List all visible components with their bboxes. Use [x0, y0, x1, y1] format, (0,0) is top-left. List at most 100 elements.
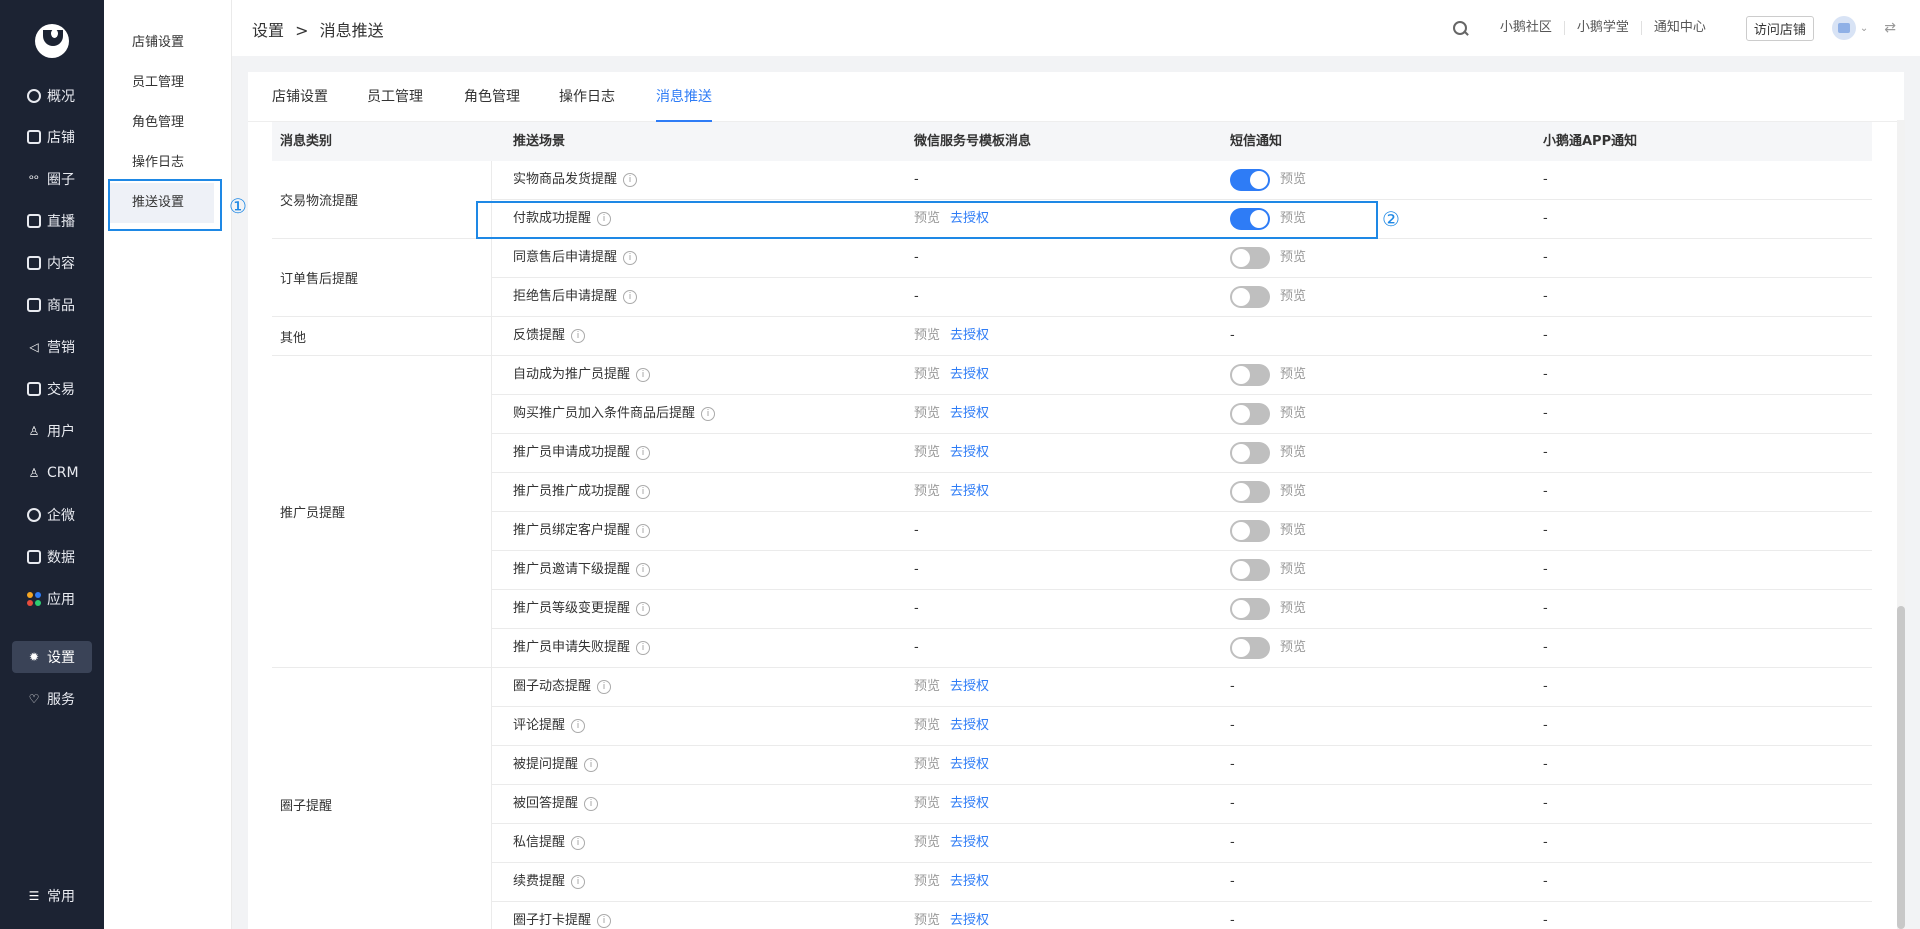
authorize-link[interactable]: 去授权: [950, 395, 989, 433]
submenu-item-0[interactable]: 店铺设置: [110, 23, 214, 63]
common-menu-item[interactable]: ☰ 常用: [12, 880, 92, 912]
community-link[interactable]: 小鹅社区: [1488, 21, 1564, 35]
wechat-preview-link[interactable]: 预览: [914, 395, 940, 433]
wechat-preview-link[interactable]: 预览: [914, 434, 940, 472]
info-icon[interactable]: i: [571, 719, 586, 733]
sms-toggle[interactable]: [1230, 520, 1270, 542]
tab-3[interactable]: 操作日志: [559, 72, 615, 122]
info-icon[interactable]: i: [636, 485, 651, 499]
tab-1[interactable]: 员工管理: [367, 72, 423, 122]
sidebar-item-wecom[interactable]: 企微: [12, 499, 92, 531]
wechat-preview-link[interactable]: 预览: [914, 746, 940, 784]
sms-preview-link[interactable]: 预览: [1280, 512, 1306, 550]
sms-preview-link[interactable]: 预览: [1280, 434, 1306, 472]
sidebar-item-live[interactable]: 直播: [12, 205, 92, 237]
info-icon[interactable]: i: [636, 368, 651, 382]
app-logo[interactable]: [35, 24, 69, 58]
authorize-link[interactable]: 去授权: [950, 707, 989, 745]
sms-preview-link[interactable]: 预览: [1280, 629, 1306, 667]
wechat-preview-link[interactable]: 预览: [914, 902, 940, 929]
sidebar-item-crm[interactable]: ♙ CRM: [12, 457, 92, 489]
sidebar-item-overview[interactable]: 概况: [12, 80, 92, 112]
info-icon[interactable]: i: [597, 914, 612, 928]
info-icon[interactable]: i: [571, 875, 586, 889]
info-icon[interactable]: i: [636, 602, 651, 616]
switch-icon[interactable]: ⇄: [1884, 20, 1896, 36]
sms-preview-link[interactable]: 预览: [1280, 551, 1306, 589]
info-icon[interactable]: i: [636, 524, 651, 538]
tab-0[interactable]: 店铺设置: [272, 72, 328, 122]
sms-preview-link[interactable]: 预览: [1280, 239, 1306, 277]
authorize-link[interactable]: 去授权: [950, 473, 989, 511]
authorize-link[interactable]: 去授权: [950, 668, 989, 706]
info-icon[interactable]: i: [623, 290, 638, 304]
breadcrumb-parent[interactable]: 设置: [252, 21, 284, 40]
info-icon[interactable]: i: [636, 563, 651, 577]
sms-preview-link[interactable]: 预览: [1280, 395, 1306, 433]
sidebar-item-store[interactable]: 店铺: [12, 121, 92, 153]
sidebar-item-content[interactable]: 内容: [12, 247, 92, 279]
info-icon[interactable]: i: [584, 758, 599, 772]
info-icon[interactable]: i: [636, 446, 651, 460]
tab-2[interactable]: 角色管理: [464, 72, 520, 122]
submenu-item-2[interactable]: 角色管理: [110, 103, 214, 143]
sms-toggle[interactable]: [1230, 481, 1270, 503]
submenu-item-1[interactable]: 员工管理: [110, 63, 214, 103]
wechat-preview-link[interactable]: 预览: [914, 473, 940, 511]
sidebar-item-marketing[interactable]: ◁ 营销: [12, 331, 92, 363]
authorize-link[interactable]: 去授权: [950, 863, 989, 901]
authorize-link[interactable]: 去授权: [950, 824, 989, 862]
sidebar-item-goods[interactable]: 商品: [12, 289, 92, 321]
sidebar-item-trade[interactable]: 交易: [12, 373, 92, 405]
authorize-link[interactable]: 去授权: [950, 434, 989, 472]
authorize-link[interactable]: 去授权: [950, 785, 989, 823]
submenu-item-3[interactable]: 操作日志: [110, 143, 214, 183]
sms-preview-link[interactable]: 预览: [1280, 473, 1306, 511]
info-icon[interactable]: i: [571, 329, 586, 343]
scrollbar-thumb[interactable]: [1897, 606, 1905, 929]
wechat-preview-link[interactable]: 预览: [914, 863, 940, 901]
sidebar-item-circle[interactable]: ᵒᵒ 圈子: [12, 163, 92, 195]
visit-store-button[interactable]: 访问店铺: [1745, 15, 1814, 41]
sms-preview-link[interactable]: 预览: [1280, 278, 1306, 316]
info-icon[interactable]: i: [571, 836, 586, 850]
info-icon[interactable]: i: [584, 797, 599, 811]
sms-toggle[interactable]: [1230, 559, 1270, 581]
wechat-preview-link[interactable]: 预览: [914, 707, 940, 745]
wechat-preview-link[interactable]: 预览: [914, 356, 940, 394]
sidebar-item-user[interactable]: ♙ 用户: [12, 415, 92, 447]
info-icon[interactable]: i: [597, 680, 612, 694]
sms-toggle[interactable]: [1230, 442, 1270, 464]
sms-preview-link[interactable]: 预览: [1280, 590, 1306, 628]
sms-toggle[interactable]: [1230, 169, 1270, 191]
authorize-link[interactable]: 去授权: [950, 356, 989, 394]
search-icon[interactable]: [1452, 20, 1468, 36]
wechat-preview-link[interactable]: 预览: [914, 317, 940, 355]
info-icon[interactable]: i: [623, 173, 638, 187]
wechat-preview-link[interactable]: 预览: [914, 785, 940, 823]
authorize-link[interactable]: 去授权: [950, 746, 989, 784]
sidebar-item-service[interactable]: ♡ 服务: [12, 683, 92, 715]
sms-toggle[interactable]: [1230, 286, 1270, 308]
notification-center-link[interactable]: 通知中心: [1640, 21, 1718, 35]
sms-preview-link[interactable]: 预览: [1280, 356, 1306, 394]
sidebar-item-apps[interactable]: 应用: [12, 583, 92, 615]
avatar[interactable]: [1831, 16, 1856, 40]
academy-link[interactable]: 小鹅学堂: [1563, 21, 1641, 35]
info-icon[interactable]: i: [623, 251, 638, 265]
sms-toggle[interactable]: [1230, 247, 1270, 269]
sms-toggle[interactable]: [1230, 637, 1270, 659]
wechat-preview-link[interactable]: 预览: [914, 824, 940, 862]
sms-toggle[interactable]: [1230, 364, 1270, 386]
authorize-link[interactable]: 去授权: [950, 902, 989, 929]
tab-4[interactable]: 消息推送: [656, 72, 712, 122]
sms-preview-link[interactable]: 预览: [1280, 161, 1306, 199]
sidebar-item-gear[interactable]: ✹ 设置: [12, 641, 92, 673]
wechat-preview-link[interactable]: 预览: [914, 668, 940, 706]
sms-toggle[interactable]: [1230, 598, 1270, 620]
sms-toggle[interactable]: [1230, 403, 1270, 425]
info-icon[interactable]: i: [636, 641, 651, 655]
authorize-link[interactable]: 去授权: [950, 317, 989, 355]
chevron-down-icon[interactable]: ⌄: [1860, 23, 1868, 34]
info-icon[interactable]: i: [701, 407, 716, 421]
